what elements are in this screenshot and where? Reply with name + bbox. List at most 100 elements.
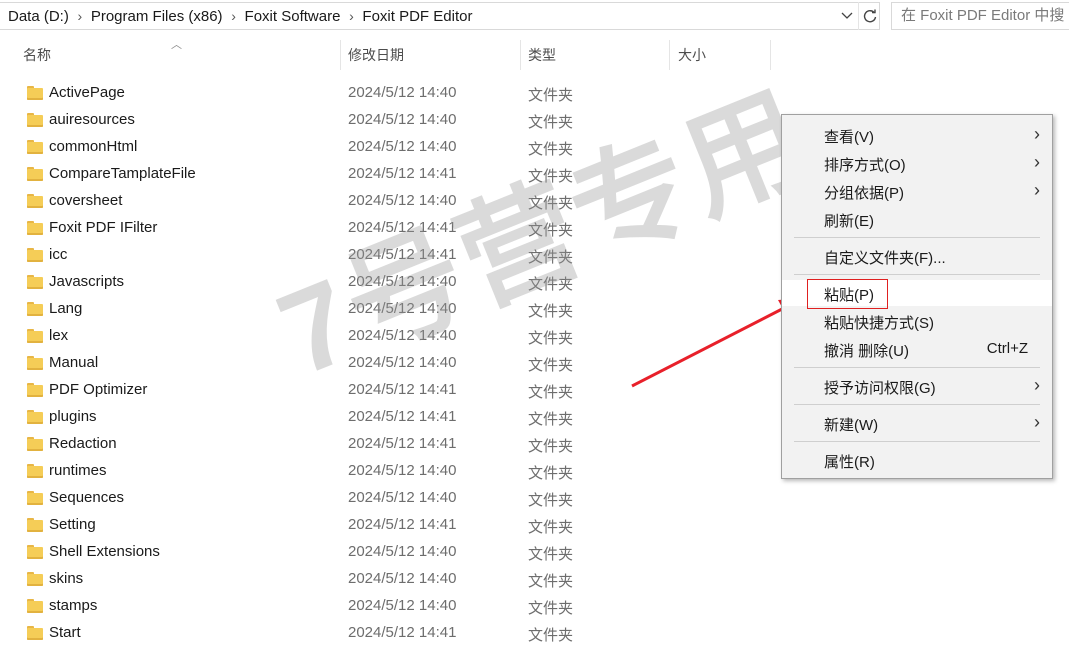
menu-item-label: 分组依据(P): [824, 185, 904, 202]
file-name: Javascripts: [49, 273, 125, 290]
file-date: 2024/5/12 14:40: [348, 138, 457, 155]
file-row[interactable]: Redaction 2024/5/12 14:41 文件夹: [0, 432, 780, 459]
chevron-down-icon: [841, 12, 853, 19]
file-name: skins: [49, 570, 84, 587]
crumb-foxit-software[interactable]: Foxit Software: [245, 8, 341, 25]
menu-item-label: 属性(R): [824, 454, 875, 471]
folder-icon: [27, 167, 43, 181]
file-name: Foxit PDF IFilter: [49, 219, 158, 236]
file-type: 文件夹: [528, 87, 574, 104]
file-name: runtimes: [49, 462, 107, 479]
file-type: 文件夹: [528, 357, 574, 374]
file-date: 2024/5/12 14:41: [348, 624, 457, 641]
menu-item-refresh[interactable]: 刷新(E): [782, 206, 1052, 232]
menu-item-paste-shortcut[interactable]: 粘贴快捷方式(S): [782, 308, 1052, 334]
file-type: 文件夹: [528, 438, 574, 455]
menu-item-group-by[interactable]: 分组依据(P) ›: [782, 178, 1052, 204]
refresh-button[interactable]: [858, 2, 881, 30]
menu-item-shortcut: Ctrl+Z: [986, 340, 1028, 357]
file-type: 文件夹: [528, 600, 574, 617]
folder-icon: [27, 518, 43, 532]
chevron-right-icon[interactable]: ›: [223, 8, 245, 24]
file-name: coversheet: [49, 192, 123, 209]
folder-icon: [27, 599, 43, 613]
menu-item-label: 查看(V): [824, 129, 874, 146]
menu-item-view[interactable]: 查看(V) ›: [782, 122, 1052, 148]
chevron-right-icon[interactable]: ›: [340, 8, 362, 24]
file-date: 2024/5/12 14:40: [348, 570, 457, 587]
menu-separator: [794, 404, 1040, 405]
folder-icon: [27, 275, 43, 289]
file-row[interactable]: stamps 2024/5/12 14:40 文件夹: [0, 594, 780, 621]
column-header-name[interactable]: 名称: [23, 38, 51, 72]
file-date: 2024/5/12 14:40: [348, 543, 457, 560]
menu-separator: [794, 367, 1040, 368]
column-header-type[interactable]: 类型: [528, 38, 556, 72]
file-date: 2024/5/12 14:41: [348, 408, 457, 425]
refresh-icon: [863, 9, 877, 23]
file-row[interactable]: plugins 2024/5/12 14:41 文件夹: [0, 405, 780, 432]
column-divider[interactable]: [669, 40, 670, 70]
menu-item-label: 自定义文件夹(F)...: [824, 250, 946, 267]
folder-icon: [27, 356, 43, 370]
menu-item-undo-delete[interactable]: 撤消 删除(U) Ctrl+Z: [782, 336, 1052, 362]
menu-item-label: 排序方式(O): [824, 157, 906, 174]
chevron-right-icon: ›: [1034, 412, 1040, 432]
crumb-drive[interactable]: Data (D:): [8, 8, 69, 25]
column-header-modified[interactable]: 修改日期: [348, 38, 404, 72]
file-date: 2024/5/12 14:40: [348, 84, 457, 101]
menu-item-give-access[interactable]: 授予访问权限(G) ›: [782, 373, 1052, 399]
search-input[interactable]: 在 Foxit PDF Editor 中搜: [891, 2, 1069, 30]
column-divider[interactable]: [520, 40, 521, 70]
folder-icon: [27, 248, 43, 262]
crumb-program-files[interactable]: Program Files (x86): [91, 8, 223, 25]
folder-icon: [27, 140, 43, 154]
file-name: auiresources: [49, 111, 135, 128]
file-date: 2024/5/12 14:40: [348, 111, 457, 128]
file-name: stamps: [49, 597, 98, 614]
folder-icon: [27, 572, 43, 586]
folder-icon: [27, 302, 43, 316]
menu-item-sort-by[interactable]: 排序方式(O) ›: [782, 150, 1052, 176]
folder-icon: [27, 194, 43, 208]
file-row[interactable]: skins 2024/5/12 14:40 文件夹: [0, 567, 780, 594]
chevron-right-icon[interactable]: ›: [69, 8, 91, 24]
breadcrumb[interactable]: Data (D:) › Program Files (x86) › Foxit …: [0, 2, 880, 30]
file-name: Shell Extensions: [49, 543, 160, 560]
sort-ascending-icon: ︿: [171, 39, 182, 51]
file-date: 2024/5/12 14:41: [348, 516, 457, 533]
file-row[interactable]: Sequences 2024/5/12 14:40 文件夹: [0, 486, 780, 513]
file-date: 2024/5/12 14:40: [348, 597, 457, 614]
menu-item-new[interactable]: 新建(W) ›: [782, 410, 1052, 436]
menu-item-customize-folder[interactable]: 自定义文件夹(F)...: [782, 243, 1052, 269]
address-bar: Data (D:) › Program Files (x86) › Foxit …: [0, 0, 1069, 34]
file-type: 文件夹: [528, 330, 574, 347]
menu-separator: [794, 441, 1040, 442]
chevron-right-icon: ›: [1034, 180, 1040, 200]
file-row[interactable]: Setting 2024/5/12 14:41 文件夹: [0, 513, 780, 540]
menu-item-label: 新建(W): [824, 417, 879, 434]
file-name: Sequences: [49, 489, 125, 506]
menu-item-properties[interactable]: 属性(R): [782, 447, 1052, 473]
file-name: Redaction: [49, 435, 117, 452]
file-type: 文件夹: [528, 627, 574, 644]
file-type: 文件夹: [528, 465, 574, 482]
address-dropdown-button[interactable]: [836, 2, 858, 30]
crumb-foxit-pdf-editor[interactable]: Foxit PDF Editor: [362, 8, 472, 25]
column-divider[interactable]: [340, 40, 341, 70]
file-name: Setting: [49, 516, 96, 533]
folder-icon: [27, 437, 43, 451]
menu-item-label: 刷新(E): [824, 213, 874, 230]
folder-icon: [27, 464, 43, 478]
file-type: 文件夹: [528, 519, 574, 536]
file-name: Start: [49, 624, 81, 641]
menu-item-label: 撤消 删除(U): [824, 343, 909, 360]
file-name: icc: [49, 246, 68, 263]
file-name: PDF Optimizer: [49, 381, 148, 398]
menu-separator: [794, 237, 1040, 238]
folder-icon: [27, 383, 43, 397]
folder-icon: [27, 86, 43, 100]
file-row[interactable]: Shell Extensions 2024/5/12 14:40 文件夹: [0, 540, 780, 567]
file-name: Lang: [49, 300, 83, 317]
file-row[interactable]: runtimes 2024/5/12 14:40 文件夹: [0, 459, 780, 486]
